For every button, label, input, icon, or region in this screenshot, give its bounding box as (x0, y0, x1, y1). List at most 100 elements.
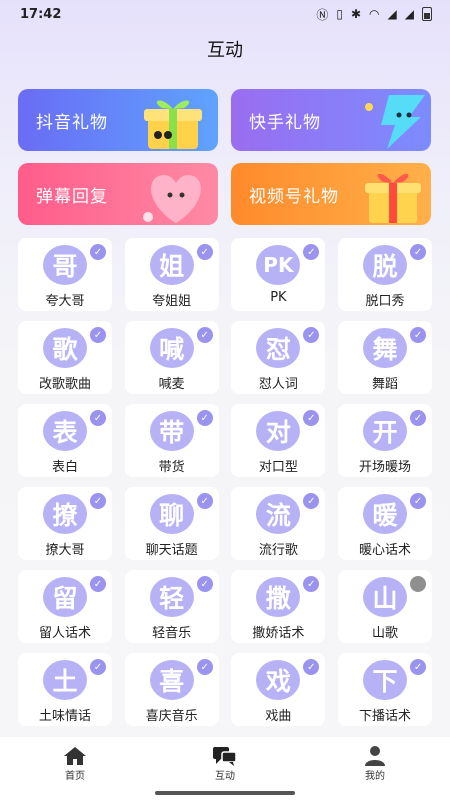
check-icon[interactable]: ✓ (90, 327, 106, 343)
tile-label: 流行歌 (258, 543, 298, 558)
banner-label: 弹幕回复 (36, 186, 108, 207)
home-indicator[interactable] (155, 791, 295, 795)
function-tile[interactable]: 轻 ✓ 轻音乐 (124, 570, 219, 643)
check-icon[interactable]: ✓ (196, 410, 213, 426)
tile-glyph-icon: 喜 (149, 660, 194, 700)
tile-glyph-icon: 带 (149, 411, 194, 451)
tab-interact[interactable]: 互动 (185, 745, 265, 782)
function-tile[interactable]: 哥 ✓ 夸大哥 (18, 238, 112, 311)
tab-mine[interactable]: 我的 (335, 745, 415, 782)
tile-glyph-icon: 暖 (363, 494, 408, 534)
function-tile[interactable]: 撒 ✓ 撒娇话术 (231, 570, 326, 643)
function-tile[interactable]: 歌 ✓ 改歌歌曲 (18, 321, 112, 394)
function-tile[interactable]: 怼 ✓ 怼人词 (231, 321, 326, 394)
check-icon[interactable]: ✓ (410, 493, 427, 509)
tile-label: 山歌 (372, 626, 399, 641)
check-icon[interactable]: ✓ (196, 659, 213, 675)
function-tile[interactable]: 带 ✓ 带货 (124, 404, 219, 477)
check-icon[interactable]: ✓ (90, 659, 106, 675)
banner-label: 视频号礼物 (249, 186, 339, 207)
nfc-icon: Ⓝ (316, 7, 329, 22)
tile-glyph-icon: 对 (256, 411, 301, 451)
check-icon[interactable]: ✓ (303, 659, 320, 675)
function-tile[interactable]: 土 ✓ 土味情话 (18, 653, 112, 726)
tile-label: 喊麦 (158, 377, 185, 392)
function-tile[interactable]: 脱 ✓ 脱口秀 (338, 238, 433, 311)
function-tile[interactable]: 姐 ✓ 夸姐姐 (124, 238, 219, 311)
function-tile[interactable]: PK ✓ PK (231, 238, 326, 311)
function-tile[interactable]: 喊 ✓ 喊麦 (124, 321, 219, 394)
check-icon[interactable]: ✓ (410, 410, 427, 426)
tile-label: 暖心话术 (359, 543, 412, 558)
check-icon[interactable]: ✓ (90, 576, 106, 592)
function-tile[interactable]: 山山歌 (338, 570, 433, 643)
banner-label: 抖音礼物 (36, 112, 108, 133)
function-tile[interactable]: 暖 ✓ 暖心话术 (338, 487, 433, 560)
tab-home-label: 首页 (65, 771, 85, 782)
tile-label: PK (270, 290, 287, 305)
check-icon[interactable]: ✓ (410, 659, 427, 675)
check-icon[interactable]: ✓ (196, 244, 213, 260)
tile-glyph-icon: 聊 (149, 494, 194, 534)
signal-icon: ◢ (387, 7, 397, 21)
bluetooth-icon: ✱ (350, 7, 362, 21)
check-icon[interactable]: ✓ (90, 493, 106, 509)
battery-icon (422, 7, 432, 21)
check-icon[interactable]: ✓ (303, 244, 320, 260)
tile-label: 喜庆音乐 (145, 709, 198, 724)
check-icon[interactable]: ✓ (196, 576, 213, 592)
function-tile[interactable]: 开 ✓ 开场暖场 (338, 404, 433, 477)
check-icon[interactable]: ✓ (90, 244, 106, 260)
status-icons: Ⓝ ▯ ✱ ◠ ◢ ◢ (316, 6, 432, 23)
tile-glyph-icon: 撒 (256, 577, 301, 617)
unchecked-icon[interactable] (410, 576, 427, 592)
banner-video-account-gifts[interactable]: 视频号礼物 (231, 163, 431, 225)
tile-label: 聊天话题 (145, 543, 198, 558)
check-icon[interactable]: ✓ (90, 410, 106, 426)
tile-label: 撩大哥 (45, 543, 85, 558)
check-icon[interactable]: ✓ (303, 576, 320, 592)
tile-glyph-icon: 怼 (256, 328, 301, 368)
tab-home[interactable]: 首页 (35, 745, 115, 782)
check-icon[interactable]: ✓ (410, 327, 427, 343)
function-tile[interactable]: 流 ✓ 流行歌 (231, 487, 326, 560)
tab-mine-label: 我的 (365, 771, 385, 782)
function-grid: 哥 ✓ 夸大哥姐 ✓ 夸姐姐 PK ✓ PK 脱 ✓ 脱口秀歌 ✓ 改歌歌曲喊 ✓ 喊麦怼 ✓ 怼人词舞 ✓ 舞蹈表… (18, 238, 433, 726)
banner-kuaishou-gifts[interactable]: 快手礼物 (231, 89, 431, 151)
check-icon[interactable]: ✓ (196, 327, 213, 343)
tile-glyph-icon: 歌 (43, 328, 87, 368)
tab-interact-label: 互动 (215, 771, 235, 782)
home-icon (63, 745, 87, 767)
tile-label: 开场暖场 (359, 460, 412, 475)
function-tile[interactable]: 聊 ✓ 聊天话题 (124, 487, 219, 560)
tile-label: 带货 (158, 460, 185, 475)
check-icon[interactable]: ✓ (196, 493, 213, 509)
tile-label: 戏曲 (265, 709, 292, 724)
lightning-mascot-icon (365, 95, 425, 149)
tile-glyph-icon: PK (256, 245, 301, 285)
status-time: 17:42 (20, 6, 62, 22)
function-tile[interactable]: 撩 ✓ 撩大哥 (18, 487, 112, 560)
tile-label: 土味情话 (38, 709, 91, 724)
check-icon[interactable]: ✓ (410, 244, 427, 260)
function-tile[interactable]: 留 ✓ 留人话术 (18, 570, 112, 643)
function-tile[interactable]: 对 ✓ 对口型 (231, 404, 326, 477)
function-tile[interactable]: 表 ✓ 表白 (18, 404, 112, 477)
tile-glyph-icon: 轻 (149, 577, 194, 617)
tile-glyph-icon: 舞 (363, 328, 408, 368)
banner-danmaku-reply[interactable]: 弹幕回复 (18, 163, 218, 225)
function-tile[interactable]: 下 ✓ 下播话术 (338, 653, 433, 726)
tile-glyph-icon: 脱 (363, 245, 408, 285)
tile-label: 夸大哥 (45, 294, 85, 309)
function-tile[interactable]: 戏 ✓ 戏曲 (231, 653, 326, 726)
tile-label: 留人话术 (38, 626, 91, 641)
function-tile[interactable]: 喜 ✓ 喜庆音乐 (124, 653, 219, 726)
function-tile[interactable]: 舞 ✓ 舞蹈 (338, 321, 433, 394)
check-icon[interactable]: ✓ (303, 493, 320, 509)
banner-douyin-gifts[interactable]: 抖音礼物 (18, 89, 218, 151)
check-icon[interactable]: ✓ (303, 327, 320, 343)
tile-glyph-icon: 开 (363, 411, 408, 451)
tile-glyph-icon: 下 (363, 660, 408, 700)
tile-label: 对口型 (258, 460, 298, 475)
check-icon[interactable]: ✓ (303, 410, 320, 426)
